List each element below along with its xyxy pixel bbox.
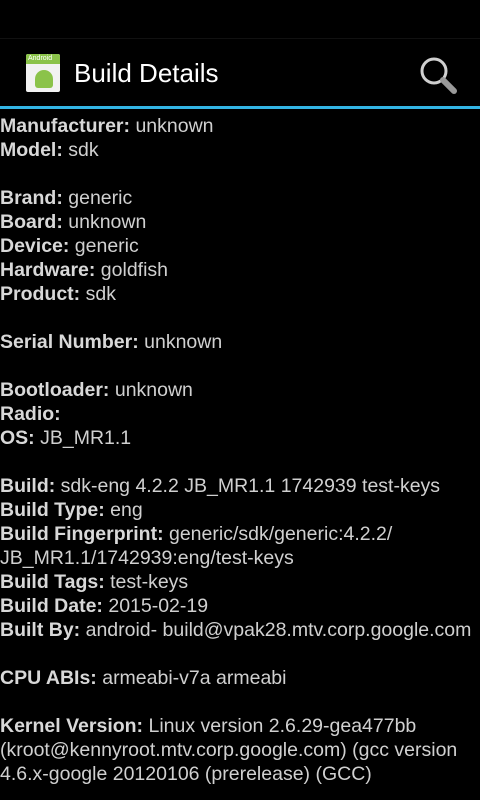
detail-label: Build Type:	[0, 499, 105, 521]
app-icon-label: Android	[26, 54, 60, 64]
detail-row: OS: JB_MR1.1	[0, 426, 478, 450]
detail-row: Kernel Version: Linux version 2.6.29-gea…	[0, 714, 478, 786]
detail-value: unknown	[144, 331, 223, 353]
action-bar: Android Build Details	[0, 39, 480, 107]
detail-row: Build Fingerprint: generic/sdk/generic:4…	[0, 522, 478, 570]
detail-row: Board: unknown	[0, 210, 478, 234]
detail-value: sdk-eng 4.2.2 JB_MR1.1 1742939 test-keys	[60, 475, 441, 497]
detail-row: CPU ABIs: armeabi-v7a armeabi	[0, 666, 478, 690]
detail-label: Serial Number:	[0, 331, 139, 353]
android-app-icon[interactable]: Android	[26, 54, 60, 92]
detail-row: Radio:	[0, 402, 478, 426]
detail-value: test-keys	[110, 571, 189, 593]
detail-label: Manufacturer:	[0, 115, 131, 137]
search-icon	[420, 57, 457, 94]
detail-value: android- build@vpak28.mtv.corp.google.co…	[85, 619, 472, 641]
detail-value: armeabi-v7a armeabi	[102, 667, 287, 689]
detail-label: Kernel Version:	[0, 715, 144, 737]
detail-label: Product:	[0, 283, 81, 305]
detail-label: Built By:	[0, 619, 81, 641]
detail-label: Build Tags:	[0, 571, 105, 593]
detail-label: Radio:	[0, 403, 61, 425]
detail-value: unknown	[68, 211, 147, 233]
android-robot-icon	[35, 70, 53, 88]
build-details-list: Manufacturer: unknown Model: sdk Brand: ge…	[0, 114, 478, 786]
detail-row: Built By: android- build@vpak28.mtv.corp…	[0, 618, 478, 642]
detail-label: OS:	[0, 427, 35, 449]
detail-label: Build Date:	[0, 595, 103, 617]
detail-row: Build Tags: test-keys	[0, 570, 478, 594]
detail-label: CPU ABIs:	[0, 667, 97, 689]
detail-value: unknown	[135, 115, 214, 137]
detail-label: Board:	[0, 211, 63, 233]
detail-value: goldfish	[100, 259, 169, 281]
search-button[interactable]	[418, 55, 458, 95]
detail-row: Device: generic	[0, 234, 478, 258]
detail-row: Hardware: goldfish	[0, 258, 478, 282]
detail-row: Build Date: 2015-02-19	[0, 594, 478, 618]
detail-value: sdk	[85, 283, 116, 305]
detail-row: Bootloader: unknown	[0, 378, 478, 402]
detail-value: generic	[74, 235, 139, 257]
detail-row: Build: sdk-eng 4.2.2 JB_MR1.1 1742939 te…	[0, 474, 478, 498]
action-bar-divider	[0, 106, 480, 109]
detail-row: Brand: generic	[0, 186, 478, 210]
detail-row: Serial Number: unknown	[0, 330, 478, 354]
detail-row: Model: sdk	[0, 138, 478, 162]
detail-value: unknown	[114, 379, 193, 401]
detail-value: JB_MR1.1	[40, 427, 132, 449]
detail-label: Build Fingerprint:	[0, 523, 164, 545]
status-bar	[0, 0, 480, 39]
detail-value: 2015-02-19	[108, 595, 209, 617]
detail-label: Bootloader:	[0, 379, 110, 401]
detail-label: Hardware:	[0, 259, 96, 281]
detail-row: Product: sdk	[0, 282, 478, 306]
detail-row: Build Type: eng	[0, 498, 478, 522]
detail-value: sdk	[68, 139, 99, 161]
detail-label: Model:	[0, 139, 63, 161]
page-title: Build Details	[74, 58, 219, 88]
detail-value: eng	[110, 499, 143, 521]
detail-label: Build:	[0, 475, 56, 497]
detail-label: Device:	[0, 235, 70, 257]
detail-row: Manufacturer: unknown	[0, 114, 478, 138]
detail-label: Brand:	[0, 187, 63, 209]
detail-value: generic	[68, 187, 133, 209]
